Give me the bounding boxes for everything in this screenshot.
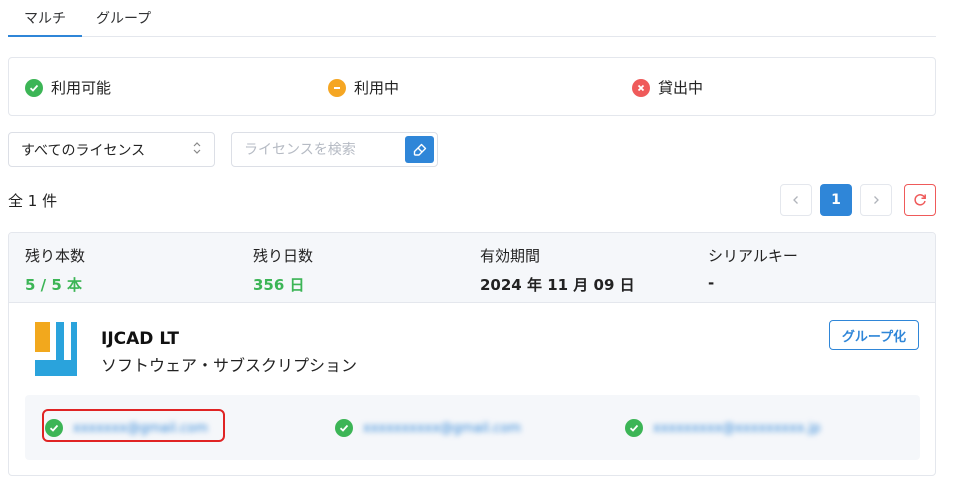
page-button-current[interactable]: 1 <box>820 184 852 216</box>
clear-button[interactable] <box>405 136 434 163</box>
status-legend: 利用可能 利用中 貸出中 <box>8 57 936 116</box>
license-stats: 残り本数 5 / 5 本 残り日数 356 日 有効期間 2024 年 11 月… <box>9 233 935 303</box>
prev-page-button[interactable] <box>780 184 812 216</box>
user-list: xxxxxxx@gmail.com xxxxxxxxxx@gmail.com x… <box>25 395 920 460</box>
stat-remaining-seats: 残り本数 5 / 5 本 <box>25 245 85 295</box>
minus-circle-icon <box>328 78 346 97</box>
stat-label: 残り日数 <box>253 247 314 265</box>
x-circle-icon <box>632 78 650 97</box>
search-input[interactable] <box>232 133 402 166</box>
legend-in-use: 利用中 <box>328 77 399 98</box>
chevron-updown-icon <box>192 141 202 159</box>
product-name: IJCAD LT <box>101 329 179 349</box>
check-circle-icon <box>625 419 643 437</box>
stat-valid-period: 有効期間 2024 年 11 月 09 日 <box>480 245 635 295</box>
user-email[interactable]: xxxxxxxxx@xxxxxxxxx.jp <box>653 421 820 436</box>
license-search <box>231 132 438 167</box>
legend-available: 利用可能 <box>25 77 111 98</box>
legend-label: 利用可能 <box>51 79 112 97</box>
refresh-button[interactable] <box>904 184 936 216</box>
tab-multi[interactable]: マルチ <box>8 8 82 37</box>
stat-label: 有効期間 <box>480 247 541 265</box>
stat-value: - <box>708 274 715 292</box>
check-circle-icon <box>335 419 353 437</box>
stat-label: 残り本数 <box>25 247 86 265</box>
tab-bar: マルチ グループ <box>8 0 936 37</box>
stat-value: 356 日 <box>253 276 305 294</box>
legend-label: 貸出中 <box>658 79 704 97</box>
refresh-icon <box>914 194 926 206</box>
check-circle-icon <box>25 78 43 97</box>
result-count: 全 1 件 <box>8 192 58 210</box>
stat-serial-key: シリアルキー - <box>708 245 798 292</box>
stat-label: シリアルキー <box>708 247 798 265</box>
tab-group[interactable]: グループ <box>96 8 176 37</box>
stat-value: 5 / 5 本 <box>25 276 83 294</box>
select-value: すべてのライセンス <box>21 142 146 159</box>
user-item[interactable]: xxxxxxxxx@xxxxxxxxx.jp <box>625 419 820 437</box>
selection-highlight <box>42 409 225 442</box>
product-logo <box>35 322 77 376</box>
legend-lent: 貸出中 <box>632 77 703 98</box>
product-type: ソフトウェア・サブスクリプション <box>101 356 358 375</box>
eraser-icon <box>413 143 426 156</box>
user-item[interactable]: xxxxxxxxxx@gmail.com <box>335 419 521 437</box>
license-filter-select[interactable]: すべてのライセンス <box>8 132 215 167</box>
legend-label: 利用中 <box>354 79 400 97</box>
stat-remaining-days: 残り日数 356 日 <box>253 245 313 295</box>
group-button[interactable]: グループ化 <box>829 320 919 350</box>
license-card: 残り本数 5 / 5 本 残り日数 356 日 有効期間 2024 年 11 月… <box>8 232 936 476</box>
next-page-button[interactable] <box>860 184 892 216</box>
chevron-right-icon <box>874 196 879 204</box>
user-email[interactable]: xxxxxxxxxx@gmail.com <box>363 421 521 436</box>
chevron-left-icon <box>793 196 798 204</box>
stat-value: 2024 年 11 月 09 日 <box>480 276 635 294</box>
